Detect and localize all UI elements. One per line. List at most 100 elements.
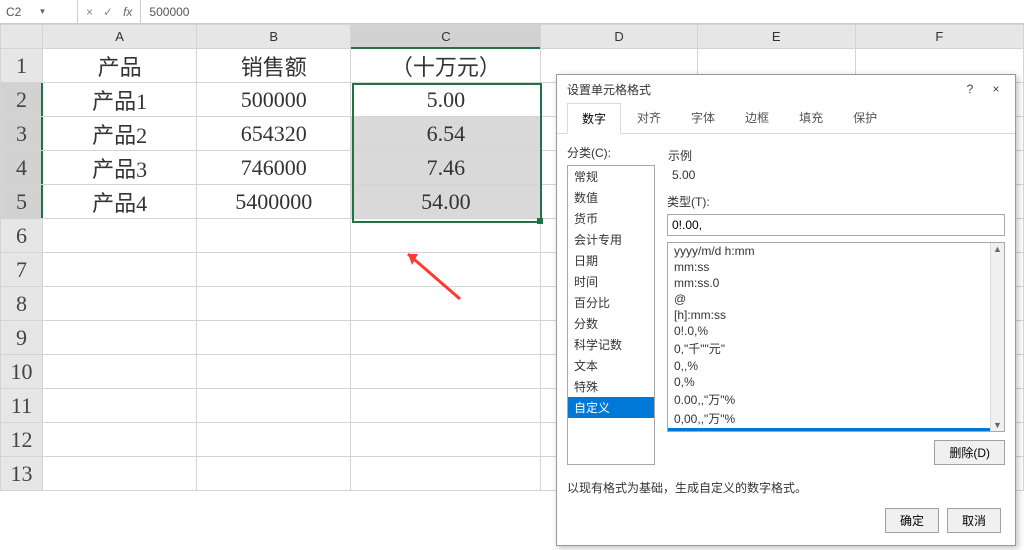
cell[interactable]: [197, 253, 351, 287]
category-item[interactable]: 时间: [568, 271, 654, 292]
row-header[interactable]: 3: [1, 117, 43, 151]
cell[interactable]: 5.00: [351, 83, 541, 117]
category-item[interactable]: 数值: [568, 187, 654, 208]
format-item[interactable]: [h]:mm:ss: [668, 307, 1004, 323]
formula-value[interactable]: 500000: [141, 5, 197, 19]
cell[interactable]: 5400000: [197, 185, 351, 219]
category-item[interactable]: 自定义: [568, 397, 654, 418]
column-header[interactable]: C: [351, 25, 541, 49]
format-list[interactable]: yyyy/m/d h:mmmm:ssmm:ss.0@[h]:mm:ss0!.0,…: [667, 242, 1005, 432]
chevron-down-icon[interactable]: ▼: [39, 7, 72, 16]
format-item[interactable]: 0,%: [668, 374, 1004, 390]
cell[interactable]: [197, 321, 351, 355]
row-header[interactable]: 6: [1, 219, 43, 253]
format-item[interactable]: 0,"千""元": [668, 339, 1004, 358]
cell[interactable]: [43, 253, 197, 287]
category-item[interactable]: 分数: [568, 313, 654, 334]
tab-边框[interactable]: 边框: [731, 103, 783, 133]
row-header[interactable]: 5: [1, 185, 43, 219]
cell[interactable]: 产品: [43, 49, 197, 83]
cell[interactable]: [351, 219, 541, 253]
category-item[interactable]: 文本: [568, 355, 654, 376]
column-header[interactable]: D: [541, 25, 697, 49]
cell[interactable]: [197, 423, 351, 457]
ok-button[interactable]: 确定: [885, 508, 939, 533]
cell[interactable]: [43, 287, 197, 321]
column-header[interactable]: A: [43, 25, 197, 49]
category-item[interactable]: 日期: [568, 250, 654, 271]
format-item[interactable]: mm:ss: [668, 259, 1004, 275]
cell[interactable]: （十万元）: [351, 49, 541, 83]
row-header[interactable]: 10: [1, 355, 43, 389]
cell[interactable]: [351, 423, 541, 457]
format-item[interactable]: 0,00,,"万"%: [668, 409, 1004, 428]
row-header[interactable]: 13: [1, 457, 43, 491]
row-header[interactable]: 1: [1, 49, 43, 83]
cell[interactable]: 654320: [197, 117, 351, 151]
cancel-button[interactable]: 取消: [947, 508, 1001, 533]
select-all-corner[interactable]: [1, 25, 43, 49]
tab-数字[interactable]: 数字: [567, 103, 621, 134]
cell[interactable]: [43, 355, 197, 389]
close-icon[interactable]: ×: [983, 82, 1009, 96]
format-item[interactable]: 0!.0,%: [668, 323, 1004, 339]
dialog-titlebar[interactable]: 设置单元格格式 ? ×: [557, 75, 1015, 103]
category-item[interactable]: 会计专用: [568, 229, 654, 250]
fx-icon[interactable]: fx: [123, 5, 132, 19]
tab-填充[interactable]: 填充: [785, 103, 837, 133]
cell[interactable]: 产品2: [43, 117, 197, 151]
cell[interactable]: 54.00: [351, 185, 541, 219]
category-item[interactable]: 百分比: [568, 292, 654, 313]
cell[interactable]: [43, 423, 197, 457]
cancel-icon[interactable]: ×: [86, 5, 93, 19]
format-item[interactable]: mm:ss.0: [668, 275, 1004, 291]
tab-字体[interactable]: 字体: [677, 103, 729, 133]
format-item[interactable]: 0.00,,"万"%: [668, 390, 1004, 409]
cell[interactable]: 产品3: [43, 151, 197, 185]
cell[interactable]: 产品4: [43, 185, 197, 219]
category-list[interactable]: 常规数值货币会计专用日期时间百分比分数科学记数文本特殊自定义: [567, 165, 655, 465]
tab-保护[interactable]: 保护: [839, 103, 891, 133]
cell[interactable]: 746000: [197, 151, 351, 185]
scrollbar[interactable]: [990, 243, 1004, 431]
format-item[interactable]: 0!.00,: [668, 428, 1004, 432]
row-header[interactable]: 8: [1, 287, 43, 321]
format-item[interactable]: yyyy/m/d h:mm: [668, 243, 1004, 259]
name-box[interactable]: C2 ▼: [0, 0, 78, 23]
row-header[interactable]: 11: [1, 389, 43, 423]
cell[interactable]: [351, 287, 541, 321]
category-item[interactable]: 常规: [568, 166, 654, 187]
cell[interactable]: [351, 321, 541, 355]
row-header[interactable]: 2: [1, 83, 43, 117]
column-header[interactable]: F: [855, 25, 1023, 49]
cell[interactable]: 销售额: [197, 49, 351, 83]
row-header[interactable]: 7: [1, 253, 43, 287]
cell[interactable]: 6.54: [351, 117, 541, 151]
type-input[interactable]: [667, 214, 1005, 236]
cell[interactable]: [197, 355, 351, 389]
column-header[interactable]: E: [697, 25, 855, 49]
cell[interactable]: [197, 287, 351, 321]
cell[interactable]: [197, 457, 351, 491]
delete-button[interactable]: 删除(D): [934, 440, 1005, 465]
cell[interactable]: 7.46: [351, 151, 541, 185]
help-icon[interactable]: ?: [957, 82, 983, 96]
format-item[interactable]: @: [668, 291, 1004, 307]
category-item[interactable]: 特殊: [568, 376, 654, 397]
cell[interactable]: [351, 389, 541, 423]
cell[interactable]: [351, 457, 541, 491]
cell[interactable]: [351, 253, 541, 287]
column-header[interactable]: B: [197, 25, 351, 49]
row-header[interactable]: 12: [1, 423, 43, 457]
cell[interactable]: [43, 219, 197, 253]
cell[interactable]: [43, 457, 197, 491]
format-item[interactable]: 0,,%: [668, 358, 1004, 374]
cell[interactable]: 500000: [197, 83, 351, 117]
cell[interactable]: [43, 321, 197, 355]
cell[interactable]: 产品1: [43, 83, 197, 117]
cell[interactable]: [351, 355, 541, 389]
cell[interactable]: [197, 389, 351, 423]
tab-对齐[interactable]: 对齐: [623, 103, 675, 133]
row-header[interactable]: 9: [1, 321, 43, 355]
row-header[interactable]: 4: [1, 151, 43, 185]
